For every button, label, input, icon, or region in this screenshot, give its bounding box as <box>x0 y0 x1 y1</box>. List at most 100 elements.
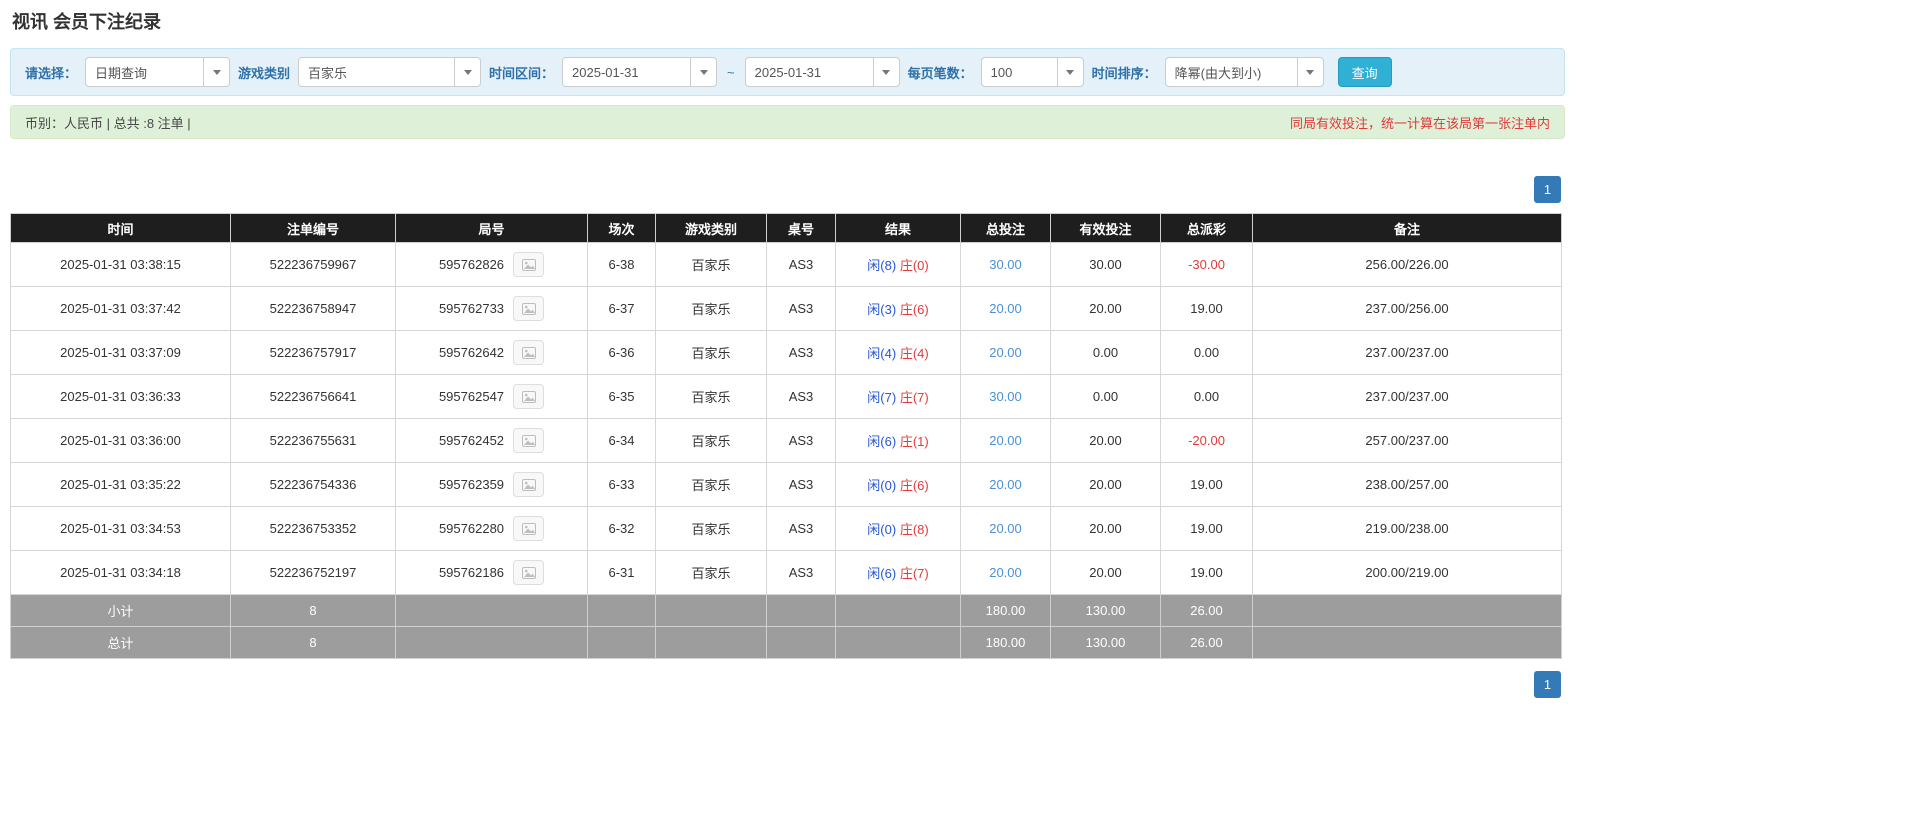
column-header: 局号 <box>395 213 588 243</box>
date-to-input[interactable] <box>744 57 873 87</box>
column-header: 时间 <box>10 213 231 243</box>
cell-round: 595762452 <box>395 418 588 463</box>
caret-down-icon <box>1066 69 1075 75</box>
image-icon <box>521 346 536 359</box>
total-bet-link[interactable]: 30.00 <box>989 389 1022 404</box>
page-size-input[interactable] <box>980 57 1057 87</box>
cell-table-no: AS3 <box>766 418 836 463</box>
result-player: 闲(6) <box>867 434 897 449</box>
date-from-input[interactable] <box>562 57 691 87</box>
cell-time: 2025-01-31 03:36:00 <box>10 418 231 463</box>
cell-valid-bet: 20.00 <box>1050 550 1161 595</box>
cell-payout: 19.00 <box>1160 550 1253 595</box>
cell-valid-bet: 0.00 <box>1050 330 1161 375</box>
cell-result: 闲(0) 庄(8) <box>835 506 961 551</box>
caret-down-icon <box>212 69 221 75</box>
cell-result: 闲(4) 庄(4) <box>835 330 961 375</box>
select-type-input[interactable] <box>85 57 204 87</box>
cell-payout: 0.00 <box>1160 374 1253 419</box>
cell-game-type: 百家乐 <box>655 330 767 375</box>
footer-valid-bet: 130.00 <box>1050 626 1161 659</box>
cell-valid-bet: 0.00 <box>1050 374 1161 419</box>
round-replay-button[interactable] <box>513 560 545 585</box>
sort-order-input[interactable] <box>1164 57 1297 87</box>
round-replay-button[interactable] <box>513 296 545 321</box>
total-bet-link[interactable]: 20.00 <box>989 301 1022 316</box>
column-header: 总投注 <box>960 213 1051 243</box>
cell-session: 6-31 <box>587 550 656 595</box>
round-replay-button[interactable] <box>513 340 545 365</box>
result-banker: 庄(1) <box>899 434 929 449</box>
select-type-dropdown-button[interactable] <box>203 57 231 87</box>
cell-table-no: AS3 <box>766 242 836 287</box>
result-banker: 庄(0) <box>899 258 929 273</box>
cell-result: 闲(6) 庄(1) <box>835 418 961 463</box>
page-title: 视讯 会员下注纪录 <box>12 12 162 32</box>
cell-result: 闲(3) 庄(6) <box>835 286 961 331</box>
result-banker: 庄(4) <box>899 346 929 361</box>
date-from-dropdown-button[interactable] <box>690 57 718 87</box>
game-type-input[interactable] <box>298 57 455 87</box>
cell-session: 6-38 <box>587 242 656 287</box>
table-row: 2025-01-31 03:34:53 522236753352 595762280… <box>10 506 1562 551</box>
cell-table-no: AS3 <box>766 462 836 507</box>
cell-game-type: 百家乐 <box>655 286 767 331</box>
total-bet-link[interactable]: 20.00 <box>989 565 1022 580</box>
cell-total-bet: 20.00 <box>960 550 1051 595</box>
summary-currency-count: 币别：人民币 | 总共 :8 注单 | <box>25 115 191 131</box>
sort-order-dropdown-button[interactable] <box>1296 57 1324 87</box>
caret-down-icon <box>1306 69 1315 75</box>
game-type-label: 游戏类别 <box>238 65 291 81</box>
total-bet-link[interactable]: 20.00 <box>989 345 1022 360</box>
footer-empty-cell <box>587 626 656 659</box>
date-from-combobox <box>562 57 718 87</box>
column-header: 有效投注 <box>1050 213 1161 243</box>
summary-bar: 币别：人民币 | 总共 :8 注单 | 同局有效投注，统一计算在该局第一张注单内 <box>10 105 1565 139</box>
footer-empty-cell <box>395 594 588 627</box>
cell-payout: -20.00 <box>1160 418 1253 463</box>
cell-bet-id: 522236756641 <box>230 374 396 419</box>
page-size-dropdown-button[interactable] <box>1056 57 1084 87</box>
cell-session: 6-36 <box>587 330 656 375</box>
date-to-dropdown-button[interactable] <box>872 57 900 87</box>
column-header: 游戏类别 <box>655 213 767 243</box>
round-number: 595762733 <box>438 301 505 316</box>
page-number-button[interactable]: 1 <box>1534 176 1561 203</box>
cell-session: 6-37 <box>587 286 656 331</box>
sort-order-label: 时间排序： <box>1091 65 1157 81</box>
caret-down-icon <box>463 69 472 75</box>
game-type-dropdown-button[interactable] <box>454 57 482 87</box>
cell-round: 595762826 <box>395 242 588 287</box>
cell-game-type: 百家乐 <box>655 418 767 463</box>
cell-total-bet: 30.00 <box>960 374 1051 419</box>
page-number-button[interactable]: 1 <box>1534 671 1561 698</box>
search-button[interactable]: 查询 <box>1337 57 1392 87</box>
round-replay-button[interactable] <box>513 516 545 541</box>
cell-game-type: 百家乐 <box>655 242 767 287</box>
total-bet-link[interactable]: 30.00 <box>989 257 1022 272</box>
result-player: 闲(8) <box>867 258 897 273</box>
footer-count: 8 <box>230 594 396 627</box>
total-bet-link[interactable]: 20.00 <box>989 477 1022 492</box>
result-banker: 庄(7) <box>899 390 929 405</box>
cell-bet-id: 522236757917 <box>230 330 396 375</box>
round-number: 595762280 <box>438 521 505 536</box>
round-replay-button[interactable] <box>513 472 545 497</box>
page-size-combobox <box>980 57 1084 87</box>
cell-table-no: AS3 <box>766 374 836 419</box>
date-range-separator: ~ <box>727 64 735 80</box>
round-replay-button[interactable] <box>513 252 545 277</box>
image-icon <box>521 302 536 315</box>
cell-total-bet: 20.00 <box>960 286 1051 331</box>
select-type-label: 请选择： <box>25 65 78 81</box>
cell-note: 237.00/237.00 <box>1252 330 1562 375</box>
total-bet-link[interactable]: 20.00 <box>989 521 1022 536</box>
pagination-top: 1 <box>10 176 1561 203</box>
cell-valid-bet: 20.00 <box>1050 506 1161 551</box>
total-bet-link[interactable]: 20.00 <box>989 433 1022 448</box>
round-replay-button[interactable] <box>513 428 545 453</box>
image-icon <box>521 258 536 271</box>
round-replay-button[interactable] <box>513 384 545 409</box>
cell-bet-id: 522236754336 <box>230 462 396 507</box>
cell-table-no: AS3 <box>766 506 836 551</box>
